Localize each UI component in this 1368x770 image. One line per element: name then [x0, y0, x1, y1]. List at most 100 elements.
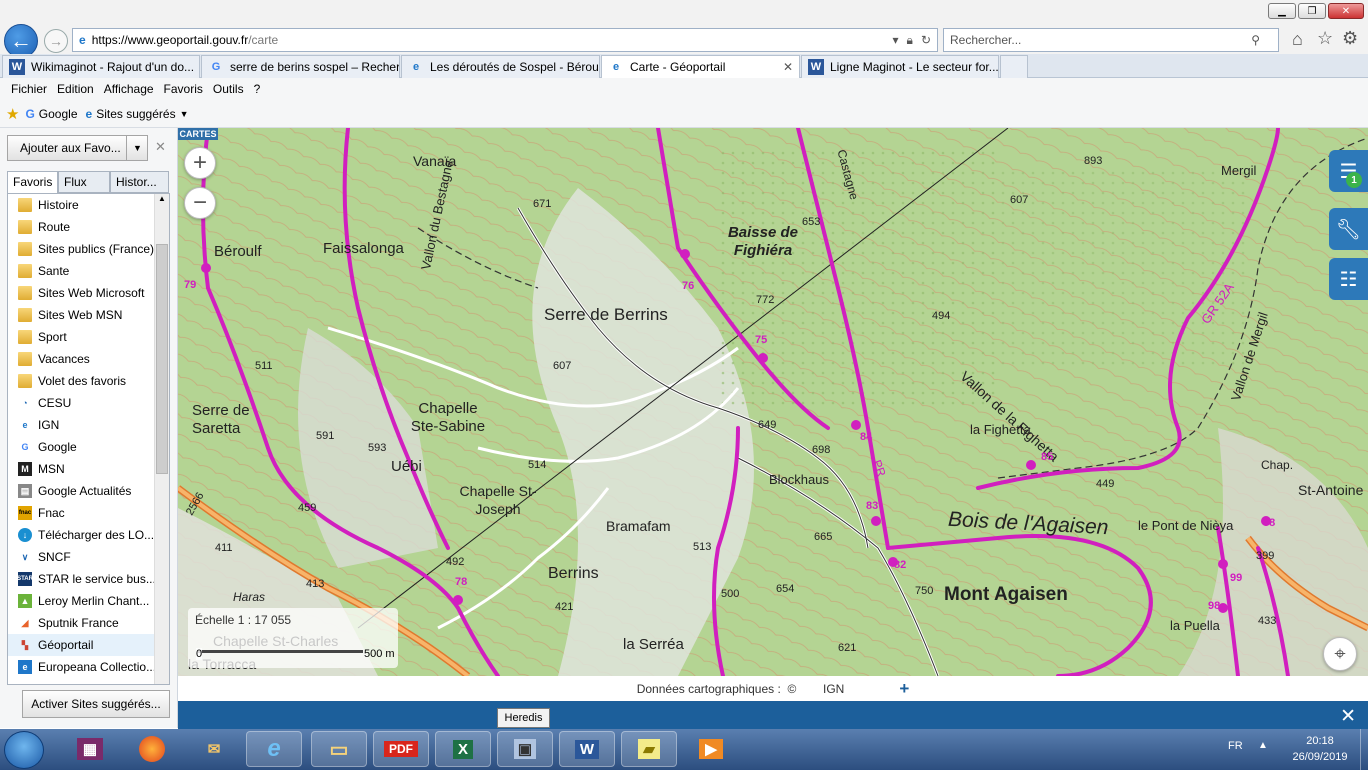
tab-historique[interactable]: Histor...: [110, 171, 169, 193]
minimize-button[interactable]: ▁: [1268, 3, 1296, 19]
search-icon[interactable]: ⚲: [1251, 33, 1260, 47]
close-tab-icon[interactable]: ✕: [783, 60, 793, 74]
list-item[interactable]: Sites Web Microsoft: [8, 282, 169, 304]
list-item[interactable]: Sport: [8, 326, 169, 348]
topographic-map[interactable]: [178, 128, 1368, 676]
chevron-down-icon[interactable]: ▼: [180, 109, 189, 119]
geolocate-button[interactable]: ⌖: [1323, 637, 1357, 671]
new-tab-button[interactable]: [1000, 55, 1028, 78]
word-icon[interactable]: W: [559, 731, 615, 767]
sticky-notes-icon[interactable]: ▰: [621, 731, 677, 767]
tab-favoris[interactable]: Favoris: [7, 171, 58, 194]
add-fav-dropdown[interactable]: ▼: [126, 135, 148, 161]
list-item[interactable]: e IGN: [8, 414, 169, 436]
close-icon[interactable]: ✕: [1340, 705, 1356, 728]
taskbar-tooltip: Heredis: [497, 708, 550, 728]
scroll-up-arrow[interactable]: ▲: [155, 194, 169, 208]
heredis-icon[interactable]: ▣: [497, 731, 553, 767]
tools-button[interactable]: 🔧︎: [1329, 208, 1368, 250]
tab-flux[interactable]: Flux: [58, 171, 110, 193]
tab-deroutes[interactable]: e Les déroutés de Sospel - Bérou...: [401, 55, 600, 78]
item-label: Europeana Collectio...: [38, 660, 157, 674]
list-item[interactable]: G Google: [8, 436, 169, 458]
list-item[interactable]: Vacances: [8, 348, 169, 370]
list-item[interactable]: M MSN: [8, 458, 169, 480]
list-item[interactable]: Histoire: [8, 194, 169, 216]
tab-geoportail[interactable]: e Carte - Géoportail ✕: [601, 55, 800, 78]
menu-outils[interactable]: Outils: [213, 82, 244, 96]
back-button[interactable]: ←: [4, 24, 38, 58]
menu-help[interactable]: ?: [254, 82, 261, 96]
tab-wikimaginot[interactable]: W Wikimaginot - Rajout d'un do...: [2, 55, 200, 78]
firefox-icon[interactable]: [124, 731, 180, 767]
list-item[interactable]: ∨ SNCF: [8, 546, 169, 568]
show-desktop-button[interactable]: [1360, 729, 1368, 770]
scale-box: Échelle 1 : 17 055 0 500 m: [188, 608, 398, 668]
item-label: Google: [38, 440, 77, 454]
list-item[interactable]: Sites publics (France): [8, 238, 169, 260]
legend-list-button[interactable]: ☷: [1329, 258, 1368, 300]
menu-favoris[interactable]: Favoris: [164, 82, 203, 96]
google-fav-link[interactable]: Google: [39, 107, 78, 121]
menu-edition[interactable]: Edition: [57, 82, 94, 96]
address-bar[interactable]: e https://www.geoportail.gouv.fr/carte ▾…: [72, 28, 938, 52]
close-sidebar-icon[interactable]: ✕: [155, 139, 166, 155]
file-explorer-icon[interactable]: ▭: [311, 731, 367, 767]
dropdown-icon[interactable]: ▾: [893, 33, 899, 48]
tray-expand-icon[interactable]: ▲: [1258, 740, 1268, 751]
map-cartes-badge[interactable]: CARTES: [178, 128, 218, 140]
folder-icon: [18, 242, 32, 256]
item-label: Télécharger des LO...: [38, 528, 155, 542]
sidebar-tabs: Favoris Flux Histor...: [7, 171, 169, 194]
list-item[interactable]: ▲ Leroy Merlin Chant...: [8, 590, 169, 612]
zoom-in-button[interactable]: +: [184, 147, 216, 179]
refresh-icon[interactable]: ↻: [921, 33, 931, 48]
system-clock[interactable]: 20:18 26/09/2019: [1282, 733, 1358, 767]
scroll-thumb[interactable]: [156, 244, 168, 474]
favorites-star-add-icon[interactable]: ★: [6, 105, 19, 123]
list-item[interactable]: Sites Web MSN: [8, 304, 169, 326]
close-window-button[interactable]: ✕: [1328, 3, 1364, 19]
excel-icon[interactable]: X: [435, 731, 491, 767]
list-item[interactable]: ◔ CESU: [8, 392, 169, 414]
list-item[interactable]: ▤ Google Actualités: [8, 480, 169, 502]
start-button[interactable]: [4, 731, 44, 769]
ie-icon: e: [412, 61, 420, 73]
list-item[interactable]: fnac Fnac: [8, 502, 169, 524]
activate-suggested-sites-button[interactable]: Activer Sites suggérés...: [22, 690, 170, 718]
sidebar-scrollbar[interactable]: ▲: [154, 194, 169, 684]
plus-icon[interactable]: +: [899, 679, 909, 699]
forward-button[interactable]: →: [44, 29, 68, 53]
lock-icon[interactable]: 🔒︎: [907, 33, 913, 48]
list-item[interactable]: ◢ Sputnik France: [8, 612, 169, 634]
layers-button[interactable]: ☰ 1: [1329, 150, 1368, 192]
leroy-merlin-icon: ▲: [18, 594, 32, 608]
restore-button[interactable]: ❐: [1298, 3, 1326, 19]
cesu-icon: ◔: [22, 398, 28, 408]
list-item[interactable]: ↓ Télécharger des LO...: [8, 524, 169, 546]
list-item[interactable]: STAR STAR le service bus...: [8, 568, 169, 590]
internet-explorer-icon[interactable]: e: [246, 731, 302, 767]
zoom-out-button[interactable]: −: [184, 187, 216, 219]
list-item[interactable]: e Europeana Collectio...: [8, 656, 169, 678]
news-icon: ▤: [18, 484, 32, 498]
home-icon[interactable]: ⌂: [1292, 29, 1303, 50]
menu-affichage[interactable]: Affichage: [104, 82, 154, 96]
acrobat-icon[interactable]: PDF: [373, 731, 429, 767]
list-item[interactable]: Route: [8, 216, 169, 238]
list-item[interactable]: ▚ Géoportail: [8, 634, 169, 656]
google-icon: G: [21, 442, 29, 452]
settings-gear-icon[interactable]: ⚙: [1342, 28, 1358, 49]
search-input[interactable]: Rechercher... ⚲: [943, 28, 1279, 52]
tab-google-search[interactable]: Gserre de berins sospel – Recher...: [201, 55, 400, 78]
list-item[interactable]: Sante: [8, 260, 169, 282]
media-player-icon[interactable]: ▶: [683, 731, 739, 767]
outlook-icon[interactable]: ✉: [186, 731, 242, 767]
language-indicator[interactable]: FR: [1228, 740, 1243, 752]
suggested-sites-link[interactable]: Sites suggérés: [96, 107, 175, 121]
tab-ligne-maginot[interactable]: W Ligne Maginot - Le secteur for...: [801, 55, 999, 78]
menu-fichier[interactable]: Fichier: [11, 82, 47, 96]
winrar-icon[interactable]: ▦: [62, 731, 118, 767]
list-item[interactable]: Volet des favoris: [8, 370, 169, 392]
favorites-star-icon[interactable]: ☆: [1317, 28, 1333, 49]
